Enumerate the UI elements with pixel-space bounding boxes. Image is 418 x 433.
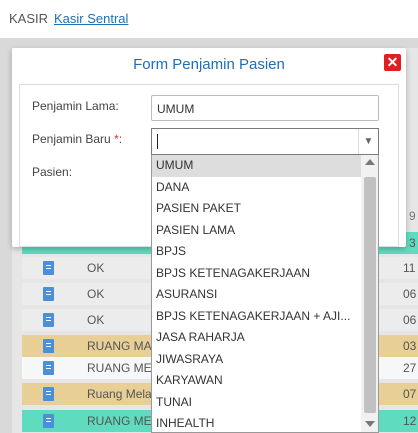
document-icon[interactable]: [43, 414, 54, 428]
background-text-fragment: 3: [409, 236, 416, 250]
penjamin-baru-select[interactable]: ▼: [151, 128, 379, 155]
top-breadcrumb-bar: KASIR Kasir Sentral: [0, 0, 418, 38]
dropdown-scrollbar[interactable]: [361, 155, 378, 432]
breadcrumb-kasir[interactable]: KASIR: [9, 11, 48, 26]
row-status: Ruang Mela: [87, 387, 152, 401]
dropdown-option[interactable]: JIWASRAYA: [152, 349, 361, 371]
dropdown-option[interactable]: PASIEN PAKET: [152, 198, 361, 220]
document-icon[interactable]: [43, 313, 54, 327]
dropdown-option[interactable]: UMUM: [152, 155, 361, 177]
dropdown-option[interactable]: PASIEN LAMA: [152, 220, 361, 242]
penjamin-lama-label: Penjamin Lama:: [32, 99, 119, 113]
scroll-up-icon[interactable]: [365, 159, 375, 165]
penjamin-dropdown-list: UMUM DANA PASIEN PAKET PASIEN LAMA BPJS BPJS …: [151, 155, 379, 433]
breadcrumb-kasir-sentral[interactable]: Kasir Sentral: [54, 11, 128, 26]
row-number: 07: [403, 387, 417, 401]
dropdown-option[interactable]: JASA RAHARJA: [152, 327, 361, 349]
document-icon[interactable]: [43, 387, 54, 401]
row-number: 12: [403, 414, 417, 428]
row-number: 06: [403, 313, 417, 327]
dropdown-option[interactable]: DANA: [152, 177, 361, 199]
chevron-down-icon[interactable]: ▼: [358, 129, 378, 154]
row-status: OK: [87, 261, 105, 275]
penjamin-baru-label: Penjamin Baru *:: [32, 132, 123, 146]
document-icon[interactable]: [43, 361, 54, 375]
row-status: RUANG ME: [87, 361, 152, 375]
dropdown-option[interactable]: BPJS: [152, 241, 361, 263]
close-icon: ✕: [386, 54, 399, 70]
background-text-fragment: 9: [409, 209, 416, 223]
row-number: 11: [403, 261, 416, 275]
dropdown-option[interactable]: INHEALTH: [152, 413, 361, 432]
text-caret: [157, 134, 158, 149]
dropdown-option[interactable]: BPJS KETENAGAKERJAAN: [152, 263, 361, 285]
row-number: 03: [403, 339, 417, 353]
dropdown-option[interactable]: KARYAWAN: [152, 370, 361, 392]
document-icon[interactable]: [43, 287, 54, 301]
row-number: 06: [403, 287, 417, 301]
penjamin-lama-field[interactable]: UMUM: [151, 95, 379, 121]
row-status: OK: [87, 313, 105, 327]
dropdown-option[interactable]: BPJS KETENAGAKERJAAN + AJI...: [152, 306, 361, 328]
document-icon[interactable]: [43, 261, 54, 275]
close-button[interactable]: ✕: [384, 54, 401, 71]
row-number: 27: [403, 361, 417, 375]
dropdown-option[interactable]: TUNAI: [152, 392, 361, 414]
pasien-label: Pasien:: [32, 165, 73, 179]
scrollbar-thumb[interactable]: [364, 177, 376, 413]
dropdown-option[interactable]: ASURANSI: [152, 284, 361, 306]
row-status: RUANG MA: [87, 339, 152, 353]
row-status: RUANG ME: [87, 414, 152, 428]
document-icon[interactable]: [43, 339, 54, 353]
scroll-down-icon[interactable]: [365, 421, 375, 427]
row-status: OK: [87, 287, 105, 301]
modal-title: Form Penjamin Pasien: [133, 56, 285, 73]
